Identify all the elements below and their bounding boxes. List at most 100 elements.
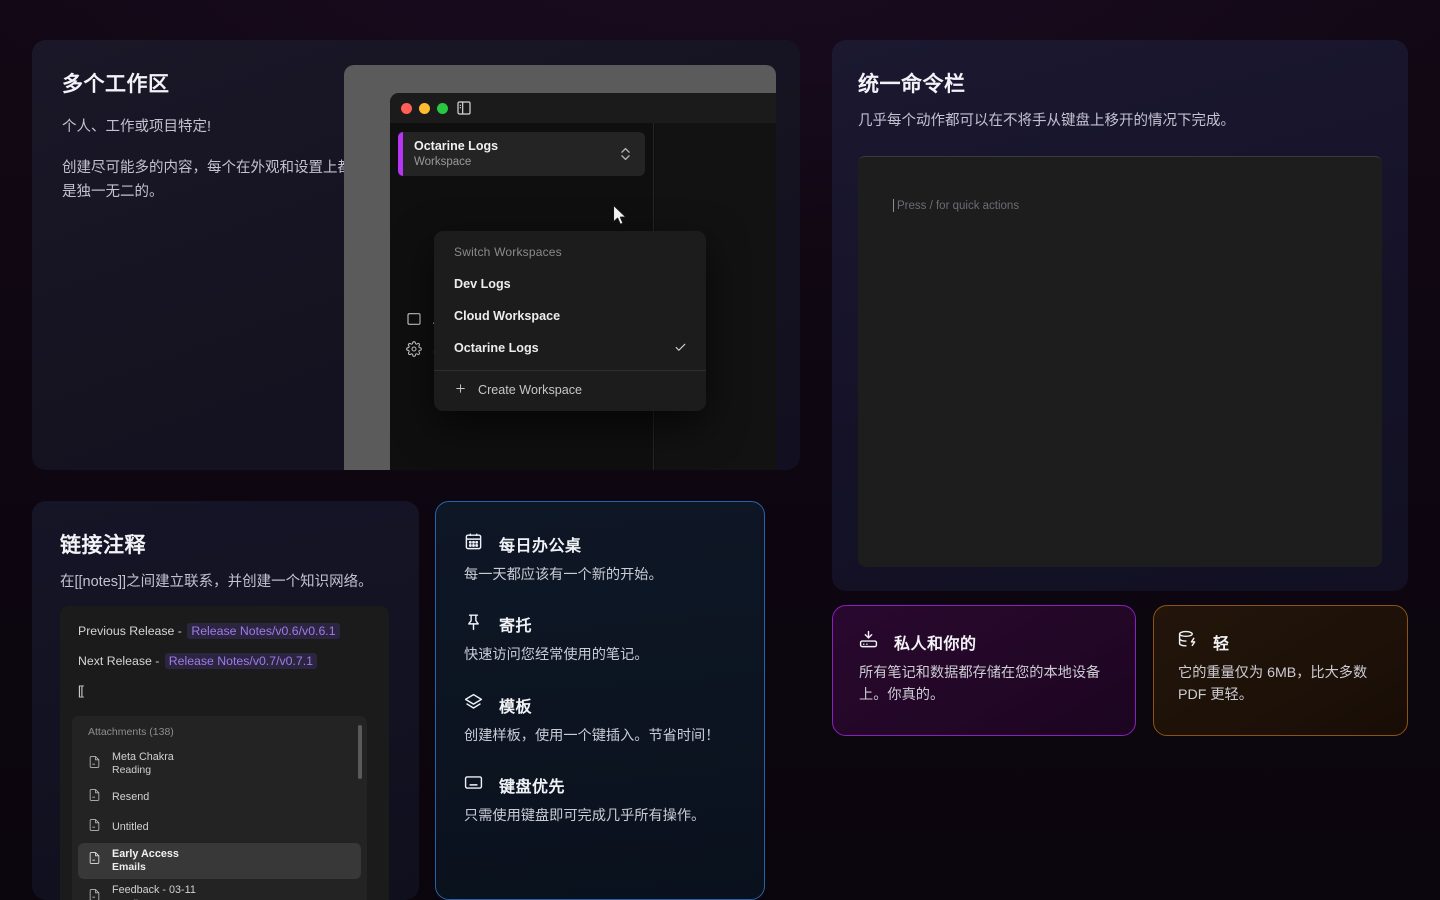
feature-header: 键盘优先: [464, 773, 738, 797]
window-titlebar: [390, 93, 776, 123]
minimize-icon[interactable]: [419, 103, 430, 114]
feature-header: 每日办公桌: [464, 532, 738, 556]
feature-header: 模板: [464, 693, 738, 717]
check-icon: [674, 341, 687, 357]
note-line-next-release: Next Release - Release Notes/v0.7/v0.7.1: [60, 654, 389, 668]
feature-templates: 模板 创建样板，使用一个键插入。节省时间！: [464, 693, 738, 747]
card-link-notes: 链接注释 在[[notes]]之间建立联系，并创建一个知识网络。 Previou…: [32, 501, 419, 900]
attachment-icon: [406, 311, 422, 327]
card-links-text: 链接注释 在[[notes]]之间建立联系，并创建一个知识网络。: [60, 529, 397, 595]
command-placeholder-text: Press / for quick actions: [897, 200, 1019, 212]
layers-icon: [464, 693, 483, 717]
card-light-desc: 它的重量仅为 6MB，比大多数 PDF 更轻。: [1178, 662, 1387, 706]
landing-page: 多个工作区 个人、工作或项目特定! 创建尽可能多的内容，每个在外观和设置上都是独…: [0, 0, 1440, 900]
menu-item-label: Cloud Workspace: [454, 309, 560, 323]
menu-item-cloud-workspace[interactable]: Cloud Workspace: [434, 300, 706, 332]
menu-header: Switch Workspaces: [434, 237, 706, 268]
attachment-autocomplete-popup: Attachments (138) Meta Chakra Reading Re…: [72, 716, 367, 900]
menu-item-label: Dev Logs: [454, 277, 511, 291]
card-private-title: 私人和你的: [894, 630, 977, 654]
card-lightweight: 轻 它的重量仅为 6MB，比大多数 PDF 更轻。: [1153, 605, 1408, 736]
list-item[interactable]: Feedback - 03-11 Emails: [72, 879, 367, 900]
feature-header: 寄托: [464, 612, 738, 636]
workspace-role: Workspace: [414, 155, 498, 171]
menu-item-create-workspace[interactable]: Create Workspace: [434, 371, 706, 411]
feature-desc: 创建样板，使用一个键插入。节省时间！: [464, 726, 738, 747]
card-private-and-yours: 私人和你的 所有笔记和数据都存储在您的本地设备上。你真的。: [832, 605, 1136, 736]
card-multiple-workspaces: 多个工作区 个人、工作或项目特定! 创建尽可能多的内容，每个在外观和设置上都是独…: [32, 40, 800, 470]
wikilink-next-release[interactable]: Release Notes/v0.7/v0.7.1: [165, 653, 317, 669]
note-typing-text: [[: [60, 684, 389, 698]
file-icon: [88, 851, 101, 870]
command-bar-panel[interactable]: Press / for quick actions: [858, 156, 1382, 567]
list-item-selected[interactable]: Early Access Emails: [78, 843, 361, 880]
hard-drive-download-icon: [859, 630, 878, 654]
list-item[interactable]: Untitled: [72, 813, 367, 843]
menu-item-dev-logs[interactable]: Dev Logs: [434, 268, 706, 300]
card-command-text: 统一命令栏 几乎每个动作都可以在不将手从键盘上移开的情况下完成。: [858, 68, 1382, 134]
maximize-icon[interactable]: [437, 103, 448, 114]
plus-icon: [454, 382, 467, 398]
note-line-previous-release: Previous Release - Release Notes/v0.6/v0…: [60, 624, 389, 638]
workspace-dropdown-menu: Switch Workspaces Dev Logs Cloud Workspa…: [434, 231, 706, 411]
list-item-title: Resend: [112, 791, 149, 804]
note-line2-label: Next Release -: [78, 654, 163, 668]
card-light-header: 轻: [1178, 630, 1387, 654]
feature-pinned: 寄托 快速访问您经常使用的笔记。: [464, 612, 738, 666]
list-item-sub: Reading: [112, 764, 174, 777]
card-command-title: 统一命令栏: [858, 68, 1382, 98]
scrollbar-thumb[interactable]: [358, 725, 362, 779]
close-icon[interactable]: [401, 103, 412, 114]
wikilink-previous-release[interactable]: Release Notes/v0.6/v0.6.1: [187, 623, 339, 639]
list-item-title: Early Access: [112, 848, 179, 861]
pin-icon: [464, 612, 483, 636]
workspace-name: Octarine Logs: [414, 138, 498, 155]
feature-name: 每日办公桌: [499, 532, 582, 556]
feature-daily-desk: 每日办公桌 每一天都应该有一个新的开始。: [464, 532, 738, 586]
card-feature-list: 每日办公桌 每一天都应该有一个新的开始。 寄托 快速访问您经常使用的笔记。: [435, 501, 765, 900]
text-caret: [893, 199, 894, 212]
card-private-header: 私人和你的: [859, 630, 1111, 654]
feature-keyboard-first: 键盘优先 只需使用键盘即可完成几乎所有操作。: [464, 773, 738, 827]
command-input-placeholder: Press / for quick actions: [893, 199, 1019, 212]
workspace-selector[interactable]: Octarine Logs Workspace: [398, 132, 645, 176]
list-item[interactable]: Meta Chakra Reading: [72, 746, 367, 783]
list-item-title: Untitled: [112, 821, 149, 834]
app-window-inner: Octarine Logs Workspace: [390, 93, 776, 470]
card-links-subtitle: 在[[notes]]之间建立联系，并创建一个知识网络。: [60, 571, 397, 595]
workspace-accent-bar: [398, 132, 403, 176]
app-window-mockup: Octarine Logs Workspace: [344, 65, 776, 470]
feature-desc: 只需使用键盘即可完成几乎所有操作。: [464, 806, 738, 827]
feature-list: 每日办公桌 每一天都应该有一个新的开始。 寄托 快速访问您经常使用的笔记。: [436, 502, 764, 827]
note-editor-mockup: Previous Release - Release Notes/v0.6/v0…: [60, 606, 389, 900]
card-private-inner: 私人和你的 所有笔记和数据都存储在您的本地设备上。你真的。: [833, 606, 1135, 706]
page-title: 多个工作区: [62, 68, 362, 98]
card-links-title: 链接注释: [60, 529, 397, 559]
mouse-cursor-icon: [612, 204, 629, 232]
keyboard-icon: [464, 773, 483, 797]
feature-name: 键盘优先: [499, 773, 565, 797]
list-item-title: Meta Chakra: [112, 751, 174, 764]
file-icon: [88, 818, 101, 837]
card-light-inner: 轻 它的重量仅为 6MB，比大多数 PDF 更轻。: [1154, 606, 1407, 706]
card-unified-command-bar: 统一命令栏 几乎每个动作都可以在不将手从键盘上移开的情况下完成。 Press /…: [832, 40, 1408, 591]
database-zap-icon: [1178, 630, 1197, 654]
gear-icon: [406, 341, 422, 357]
list-item[interactable]: Resend: [72, 783, 367, 813]
card-workspaces-line1: 个人、工作或项目特定!: [62, 116, 362, 140]
note-line1-label: Previous Release -: [78, 624, 185, 638]
file-icon: [88, 755, 101, 774]
list-item-title: Feedback - 03-11: [112, 884, 196, 897]
sidebar-toggle-icon[interactable]: [456, 100, 472, 121]
card-command-subtitle: 几乎每个动作都可以在不将手从键盘上移开的情况下完成。: [858, 110, 1382, 134]
card-workspaces-text: 多个工作区 个人、工作或项目特定! 创建尽可能多的内容，每个在外观和设置上都是独…: [62, 68, 362, 205]
menu-item-octarine-logs[interactable]: Octarine Logs: [434, 332, 706, 364]
file-icon: [88, 888, 101, 900]
attachments-header: Attachments (138): [72, 716, 367, 746]
menu-item-label: Create Workspace: [478, 383, 582, 397]
menu-item-label: Octarine Logs: [454, 341, 539, 355]
card-private-desc: 所有笔记和数据都存储在您的本地设备上。你真的。: [859, 662, 1111, 706]
chevron-up-down-icon: [620, 145, 631, 168]
feature-desc: 快速访问您经常使用的笔记。: [464, 645, 738, 666]
feature-desc: 每一天都应该有一个新的开始。: [464, 565, 738, 586]
